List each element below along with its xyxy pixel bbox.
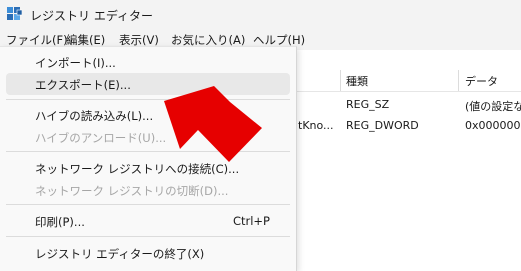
red-arrow-icon	[164, 86, 262, 162]
arrow-shape	[164, 86, 262, 162]
